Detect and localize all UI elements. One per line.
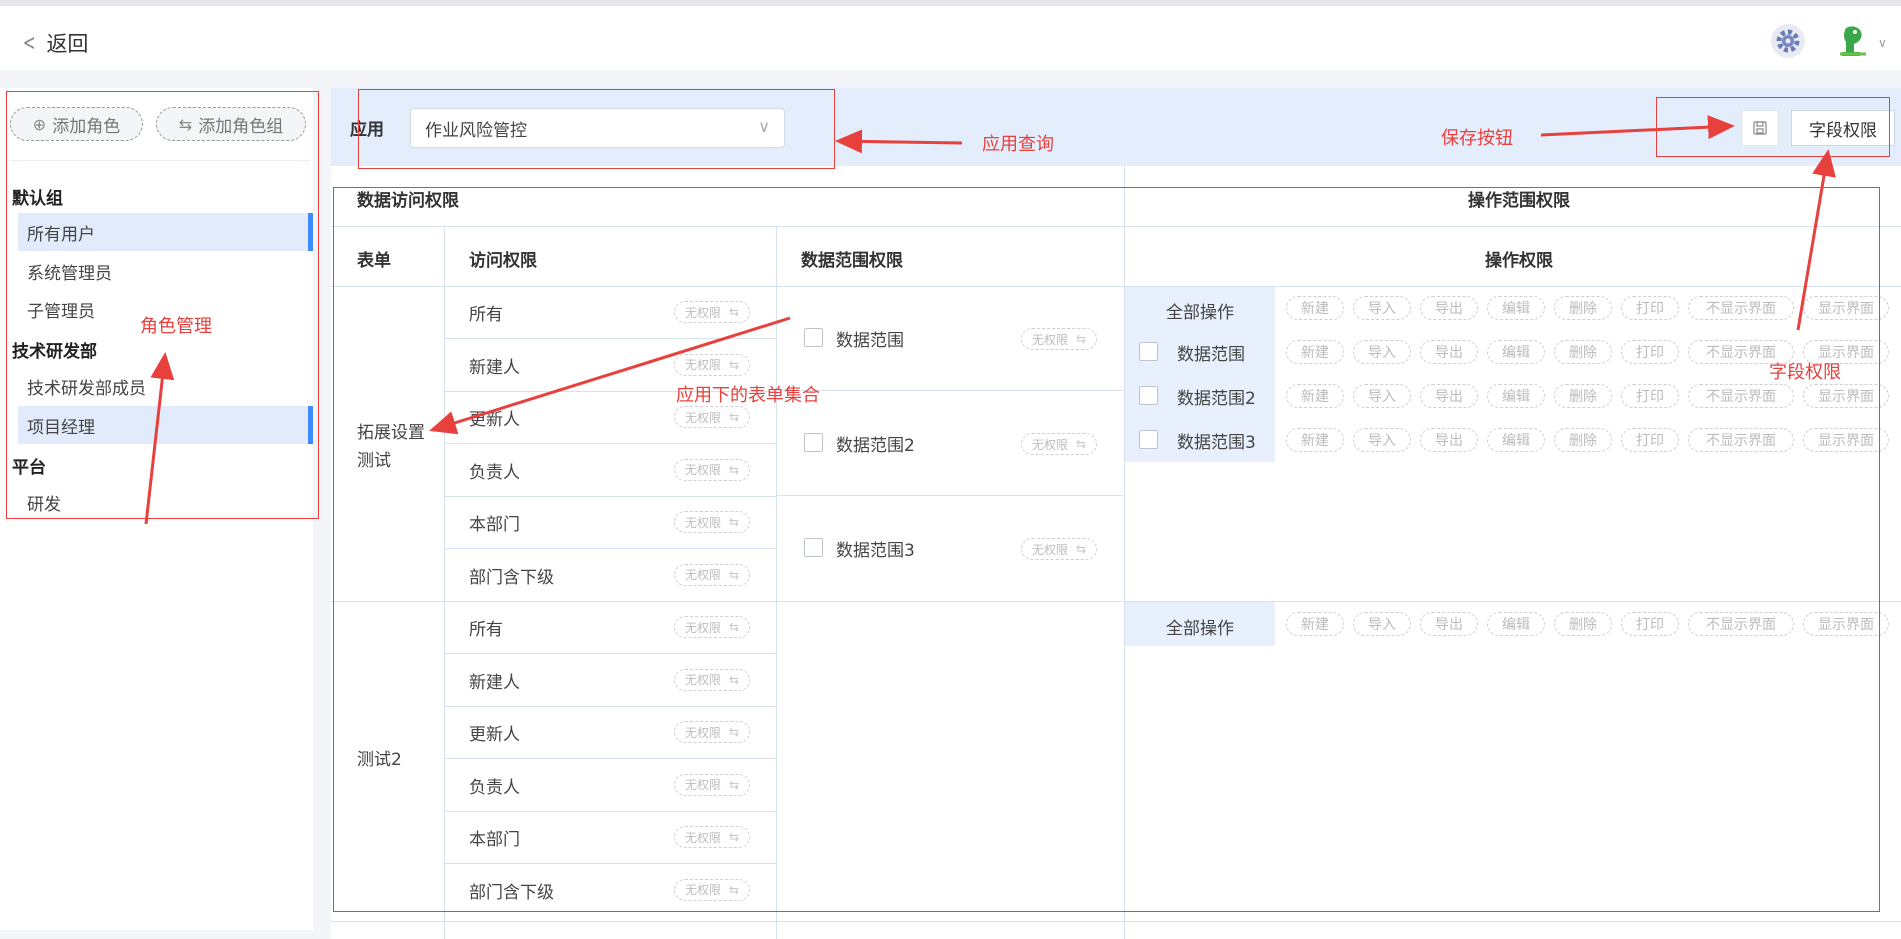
annotation-arrows — [144, 115, 1836, 525]
